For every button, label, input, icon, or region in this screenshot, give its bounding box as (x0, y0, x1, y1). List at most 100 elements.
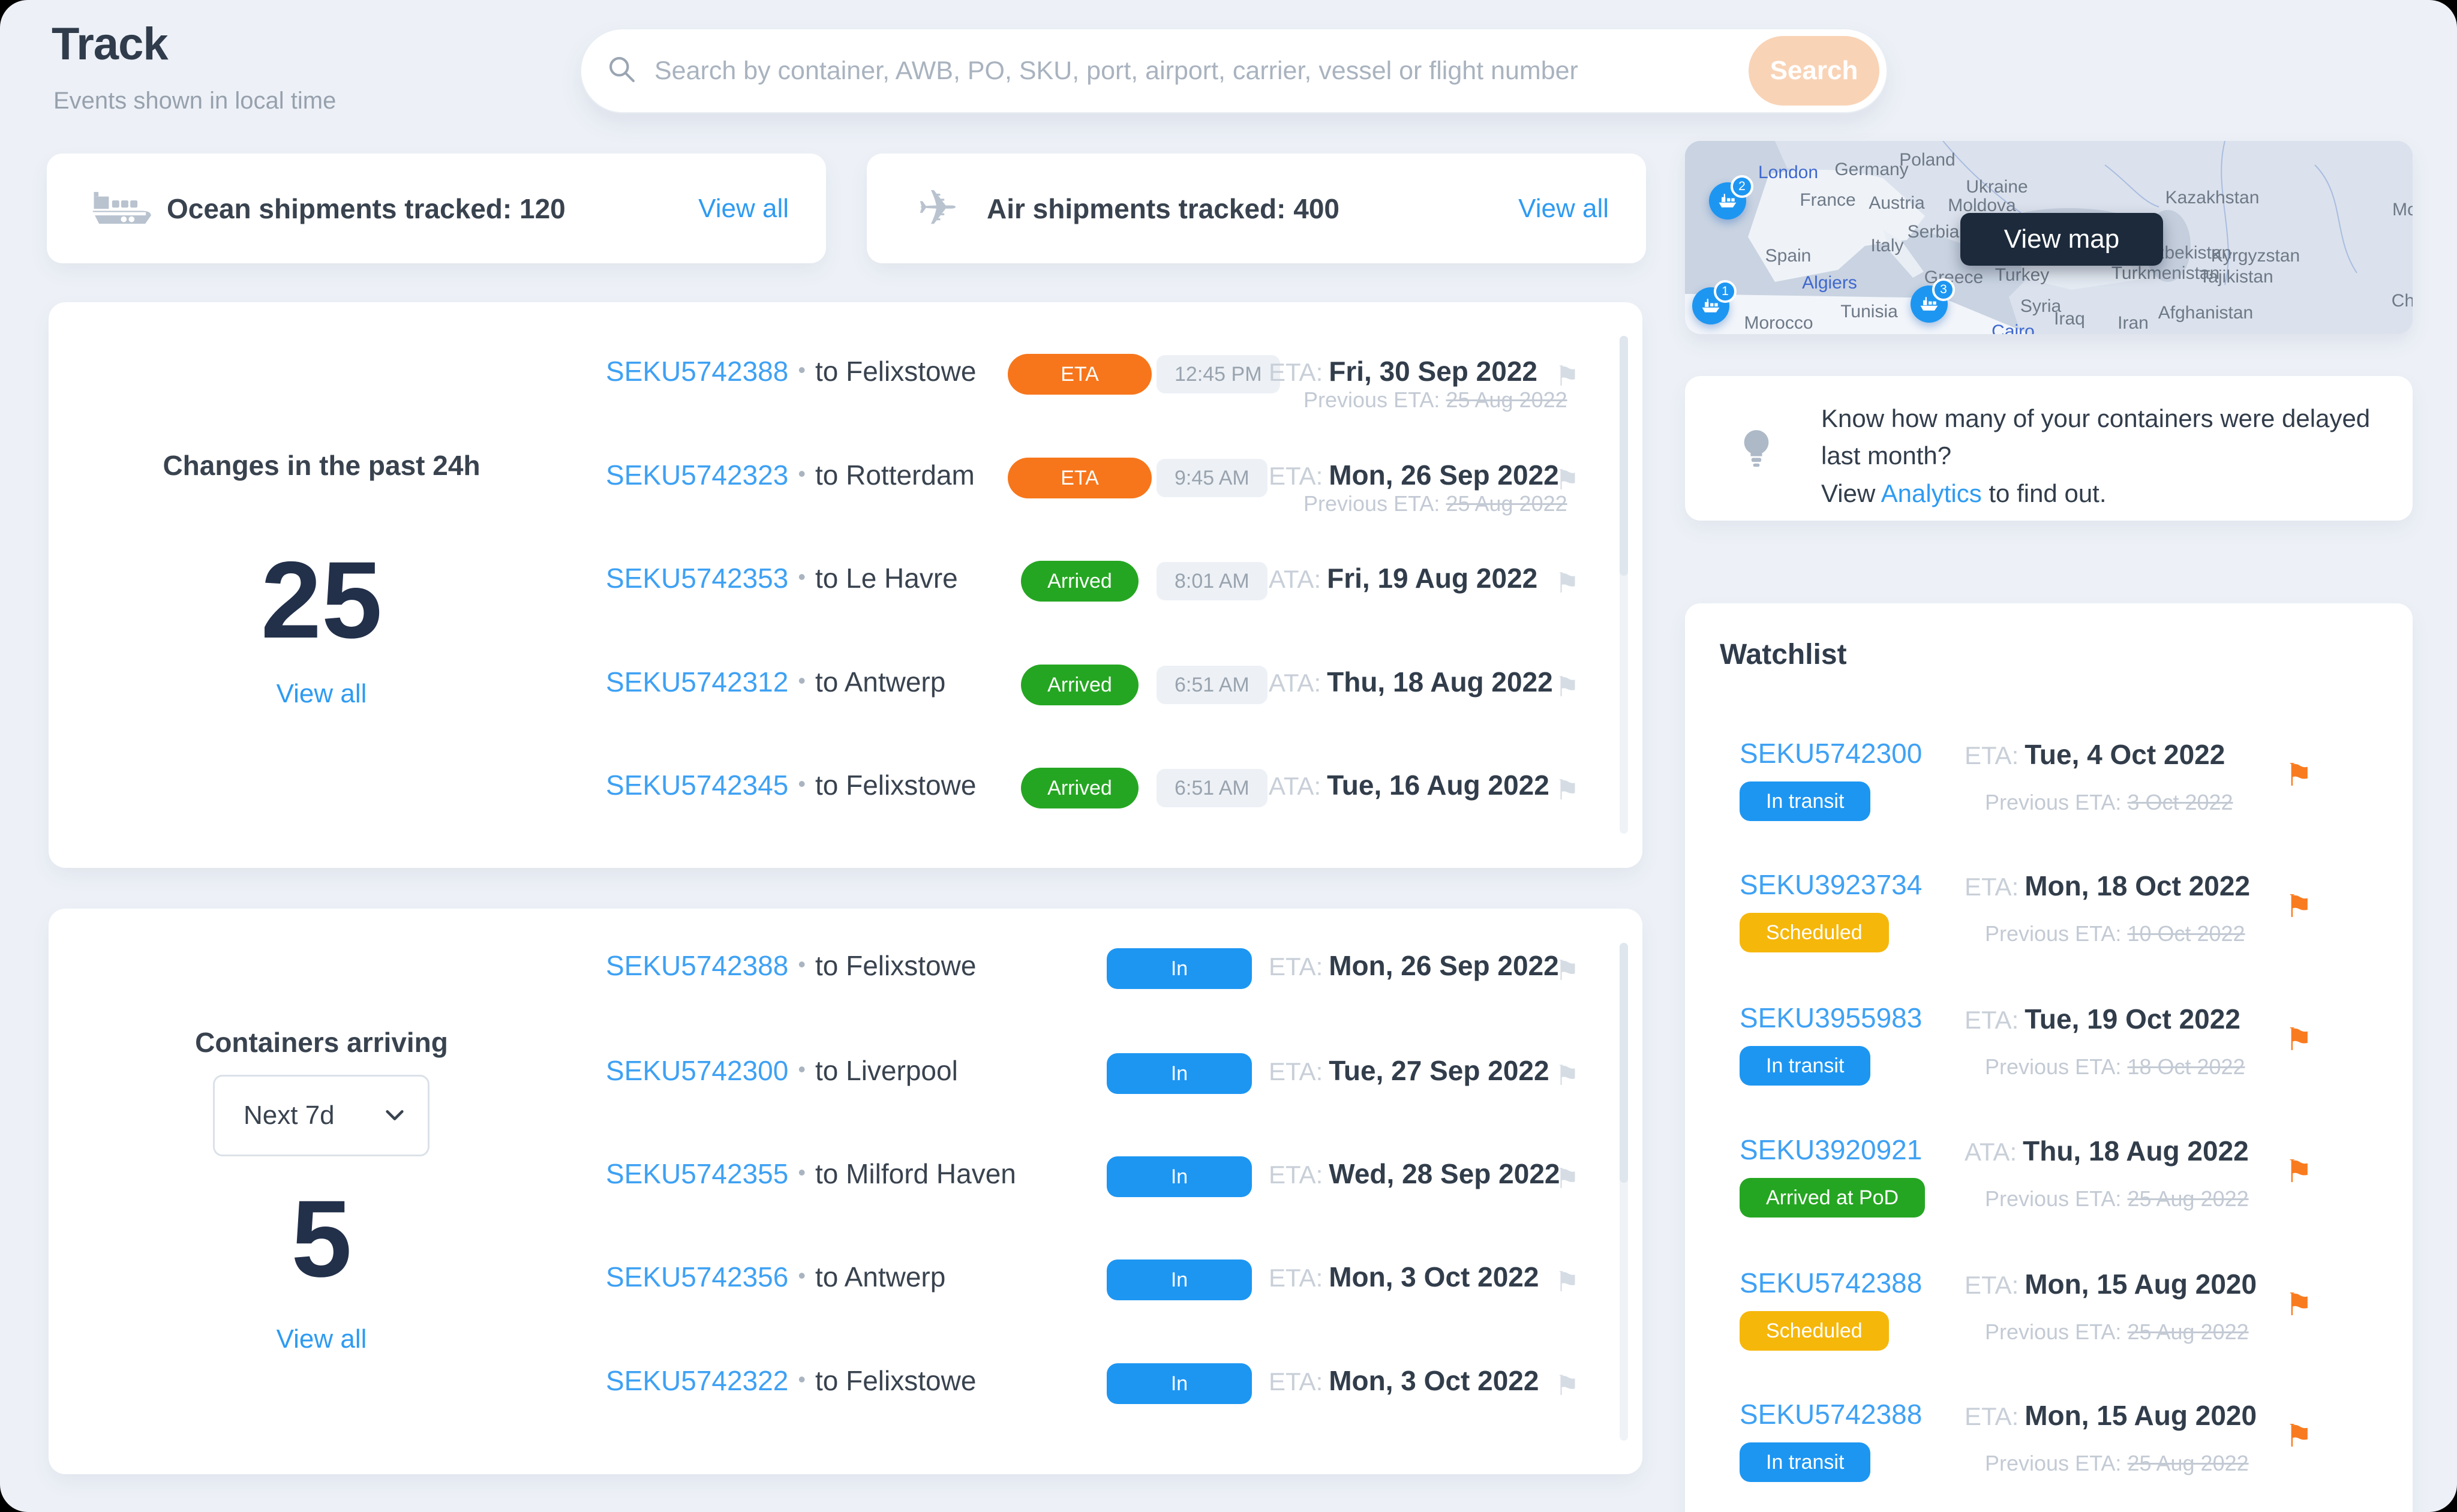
status-badge: In transit (1107, 1260, 1252, 1300)
eta-label: ETA: (1269, 1264, 1323, 1292)
container-link[interactable]: SEKU5742345 (606, 769, 788, 801)
dot-separator: • (798, 461, 806, 486)
changes-scrollbar[interactable] (1620, 336, 1628, 834)
map-label: Afghanistan (2158, 303, 2253, 323)
map-label: Algiers (1802, 273, 1857, 293)
flag-icon[interactable]: ⚑ (2285, 889, 2313, 925)
previous-eta: Previous ETA: 18 Oct 2022 (1985, 1054, 2245, 1080)
container-link[interactable]: SEKU3923734 (1740, 868, 1922, 901)
container-link[interactable]: SEKU5742356 (606, 1261, 788, 1292)
map-label: London (1758, 163, 1818, 183)
container-link[interactable]: SEKU5742388 (606, 356, 788, 387)
eta-date: Mon, 3 Oct 2022 (1329, 1365, 1539, 1396)
dot-separator: • (798, 1057, 806, 1081)
eta-date: Tue, 19 Oct 2022 (2025, 1003, 2240, 1035)
status-badge: In transit (1107, 1053, 1252, 1094)
search-button[interactable]: Search (1749, 36, 1879, 106)
eta-label: ETA: (1269, 952, 1323, 981)
analytics-link[interactable]: Analytics (1881, 479, 1982, 507)
container-link[interactable]: SEKU5742353 (606, 563, 788, 594)
container-link[interactable]: SEKU5742388 (606, 950, 788, 981)
flag-icon[interactable]: ⚑ (2285, 1154, 2313, 1190)
eta-label: ETA: (1269, 358, 1323, 386)
container-link[interactable]: SEKU3955983 (1740, 1002, 1922, 1034)
container-link[interactable]: SEKU3920921 (1740, 1134, 1922, 1166)
status-badge: Arrived (1021, 768, 1139, 808)
arriving-view-all-link[interactable]: View all (277, 1324, 367, 1354)
scrollbar-thumb[interactable] (1620, 943, 1628, 1183)
flag-icon[interactable]: ⚑ (1555, 1369, 1579, 1402)
view-map-button[interactable]: View map (1960, 213, 2163, 266)
event-time: 6:51 AM (1157, 666, 1267, 704)
container-link[interactable]: SEKU5742300 (1740, 737, 1922, 769)
eta-label: ETA: (1269, 1161, 1323, 1189)
destination: to Felixstowe (815, 356, 976, 387)
destination: to Liverpool (815, 1055, 958, 1086)
destination: to Antwerp (815, 1261, 945, 1292)
air-summary-label: Air shipments tracked: 400 (987, 193, 1339, 225)
event-time: 6:51 AM (1157, 769, 1267, 807)
map-label: Iran (2117, 313, 2149, 333)
status-badge: In transit (1740, 781, 1870, 821)
status-badge: In transit (1107, 1363, 1252, 1404)
map-label: Poland (1899, 150, 1955, 170)
flag-icon[interactable]: ⚑ (1555, 774, 1579, 806)
status-badge: In transit (1740, 1442, 1870, 1482)
map-label: Spain (1765, 246, 1812, 266)
watchlist-card: Watchlist SEKU5742300 In transit ETA:Tue… (1685, 603, 2413, 1512)
map-label: Morocco (1744, 313, 1813, 333)
container-link[interactable]: SEKU5742312 (606, 666, 788, 698)
ata-label: ATA: (1269, 565, 1321, 593)
flag-icon[interactable]: ⚑ (1555, 1265, 1579, 1298)
ocean-view-all-link[interactable]: View all (698, 194, 789, 224)
container-link[interactable]: SEKU5742355 (606, 1158, 788, 1189)
ata-date: Thu, 18 Aug 2022 (2023, 1135, 2249, 1167)
dot-separator: • (798, 668, 806, 693)
event-time: 12:45 PM (1157, 355, 1280, 393)
destination: to Rotterdam (815, 459, 975, 491)
arriving-scrollbar[interactable] (1620, 943, 1628, 1441)
eta-date: Tue, 27 Sep 2022 (1329, 1055, 1549, 1086)
container-link[interactable]: SEKU5742322 (606, 1365, 788, 1396)
eta-date: Tue, 4 Oct 2022 (2025, 739, 2225, 770)
flag-icon[interactable]: ⚑ (2285, 1287, 2313, 1323)
map-ship-marker[interactable]: 3 (1911, 285, 1948, 323)
flag-icon[interactable]: ⚑ (1555, 360, 1579, 392)
ata-date: Fri, 19 Aug 2022 (1327, 563, 1537, 594)
flag-icon[interactable]: ⚑ (2285, 1022, 2313, 1058)
destination: to Felixstowe (815, 1365, 976, 1396)
air-summary-card: ✈ Air shipments tracked: 400 View all (867, 154, 1646, 263)
event-time: 8:01 AM (1157, 562, 1267, 600)
container-link[interactable]: SEKU5742323 (606, 459, 788, 491)
search-input[interactable] (653, 56, 1749, 86)
flag-icon[interactable]: ⚑ (1555, 954, 1579, 987)
tip-action: View Analytics to find out. (1821, 479, 2107, 508)
flag-icon[interactable]: ⚑ (2285, 1418, 2313, 1454)
map-ship-marker[interactable]: 2 (1709, 182, 1746, 220)
eta-label: ETA: (1965, 741, 2019, 769)
flag-icon[interactable]: ⚑ (1555, 464, 1579, 496)
map-preview[interactable]: London Germany Poland Ukraine Kazakhstan… (1685, 141, 2413, 334)
air-view-all-link[interactable]: View all (1518, 194, 1609, 224)
flag-icon[interactable]: ⚑ (1555, 671, 1579, 703)
status-badge: Scheduled (1740, 913, 1889, 952)
search-bar: Search (580, 28, 1888, 113)
flag-icon[interactable]: ⚑ (1555, 567, 1579, 599)
eta-date: Mon, 3 Oct 2022 (1329, 1261, 1539, 1292)
previous-eta: Previous ETA: 10 Oct 2022 (1985, 921, 2245, 946)
container-link[interactable]: SEKU5742388 (1740, 1267, 1922, 1299)
scrollbar-thumb[interactable] (1620, 336, 1628, 576)
map-label: Kyrgyzstan (2211, 246, 2300, 266)
eta-date: Mon, 26 Sep 2022 (1329, 950, 1559, 981)
eta-date: Wed, 28 Sep 2022 (1329, 1158, 1560, 1189)
flag-icon[interactable]: ⚑ (2285, 757, 2313, 793)
flag-icon[interactable]: ⚑ (1555, 1059, 1579, 1092)
container-link[interactable]: SEKU5742388 (1740, 1398, 1922, 1430)
ata-label: ATA: (1269, 669, 1321, 697)
plane-icon: ✈ (917, 180, 959, 237)
container-link[interactable]: SEKU5742300 (606, 1055, 788, 1086)
analytics-tip-card: Know how many of your containers were de… (1685, 376, 2413, 521)
map-label: Turkey (1995, 265, 2050, 285)
flag-icon[interactable]: ⚑ (1555, 1162, 1579, 1195)
map-ship-marker[interactable]: 1 (1692, 287, 1729, 324)
